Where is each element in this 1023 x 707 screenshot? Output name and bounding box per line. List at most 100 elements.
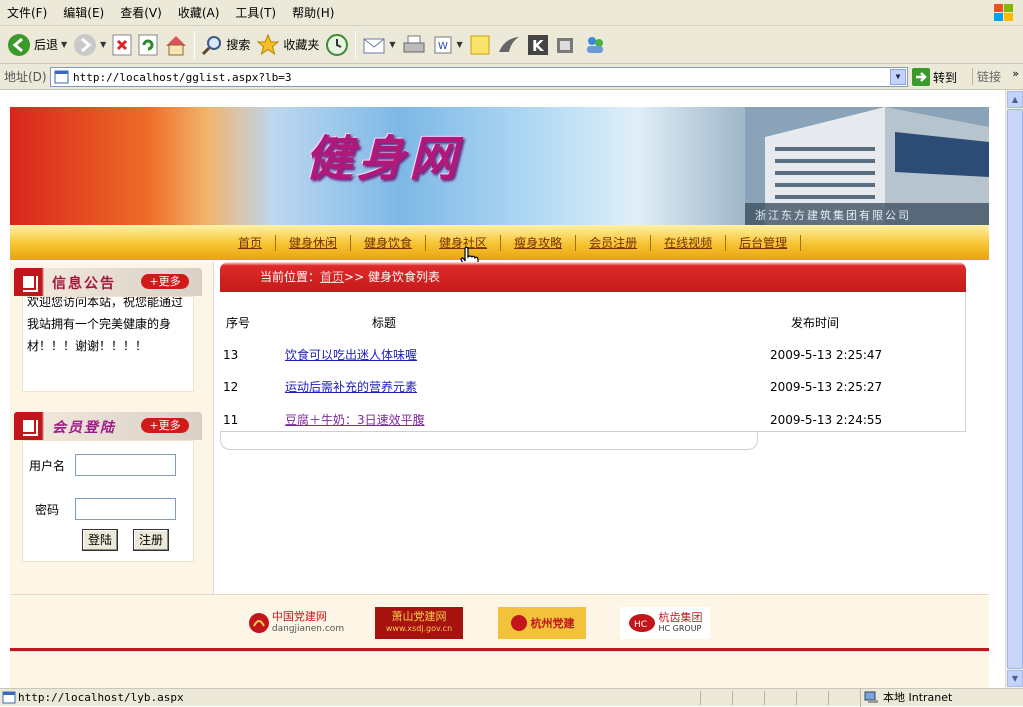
nav-admin[interactable]: 后台管理: [726, 234, 802, 251]
chevron-down-icon[interactable]: ▼: [100, 40, 106, 49]
stop-button[interactable]: [109, 30, 135, 60]
password-input[interactable]: [75, 498, 176, 520]
go-button[interactable]: 转到: [912, 68, 957, 86]
notice-header: 信息公告 +更多: [14, 268, 202, 296]
status-cells: [700, 691, 860, 705]
row-title-link[interactable]: 饮食可以吃出迷人体味喔: [285, 346, 417, 363]
page-icon: [54, 70, 69, 84]
register-button[interactable]: 注册: [133, 529, 169, 551]
mail-button[interactable]: ▼: [359, 30, 398, 60]
vertical-scrollbar[interactable]: ▲ ▼: [1005, 90, 1023, 688]
row-title-link[interactable]: 运动后需补充的营养元素: [285, 378, 417, 395]
row-time: 2009-5-13 2:24:55: [770, 413, 883, 427]
windows-logo-icon: [994, 4, 1013, 21]
notice-text: 欢迎您访问本站，祝您能通过我站拥有一个完美健康的身材！！！谢谢！！！！: [27, 296, 184, 353]
chevron-down-icon[interactable]: ▼: [389, 40, 395, 49]
star-icon: [256, 33, 280, 55]
login-more-button[interactable]: +更多: [141, 418, 189, 433]
nav-slimming[interactable]: 瘦身攻略: [501, 234, 577, 251]
username-label: 用户名: [29, 459, 66, 473]
menu-bar: 文件(F) 编辑(E) 查看(V) 收藏(A) 工具(T) 帮助(H): [0, 0, 1023, 26]
nav-leisure[interactable]: 健身休闲: [276, 234, 352, 251]
login-more-label: 更多: [158, 419, 181, 432]
menu-view[interactable]: 查看(V): [113, 4, 171, 21]
favorites-button[interactable]: 收藏夹: [253, 30, 322, 60]
media-button[interactable]: [552, 30, 580, 60]
footer-link-sub: dangjianen.com: [271, 624, 345, 634]
footer-link-hcgroup[interactable]: HC 杭齿集团 HC GROUP: [620, 607, 710, 639]
menu-file[interactable]: 文件(F): [0, 4, 56, 21]
print-button[interactable]: [399, 30, 429, 60]
menu-favorites[interactable]: 收藏(A): [171, 4, 229, 21]
toolbar-separator: [194, 30, 196, 59]
party-emblem-icon: [248, 613, 269, 633]
login-button[interactable]: 登陆: [82, 529, 118, 551]
back-button[interactable]: 后退 ▼: [4, 30, 70, 60]
nav-register[interactable]: 会员注册: [576, 234, 652, 251]
table-footer: [220, 432, 758, 450]
breadcrumb: 当前位置：首页>> 健身饮食列表: [220, 262, 966, 292]
row-time: 2009-5-13 2:25:47: [770, 348, 883, 362]
notice-more-label: 更多: [158, 275, 181, 288]
menu-help[interactable]: 帮助(H): [285, 4, 343, 21]
footer-link-xiaoshan[interactable]: 萧山党建网 www.xsdj.gov.cn: [375, 607, 463, 639]
breadcrumb-current: >> 健身饮食列表: [344, 270, 440, 284]
row-title-link[interactable]: 豆腐＋牛奶：3日速效平腹: [285, 411, 425, 428]
menu-edit[interactable]: 编辑(E): [56, 4, 113, 21]
back-arrow-icon: [8, 33, 30, 56]
row-id: 11: [223, 413, 239, 427]
breadcrumb-home-link[interactable]: 首页: [320, 270, 344, 284]
scroll-down-icon[interactable]: ▼: [1007, 670, 1023, 687]
address-label: 地址(D): [4, 70, 47, 84]
intranet-icon: [864, 691, 878, 703]
status-zone-label: 本地 Intranet: [883, 691, 953, 704]
history-button[interactable]: [322, 30, 352, 60]
svg-text:HC: HC: [634, 620, 647, 630]
footer-link-hangzhou[interactable]: 杭州党建: [498, 607, 586, 639]
article-table: 序号 标题 发布时间 13 饮食可以吃出迷人体味喔 2009-5-13 2:25…: [220, 292, 966, 432]
note-button[interactable]: [466, 30, 494, 60]
nav-home[interactable]: 首页: [225, 234, 277, 251]
refresh-button[interactable]: [135, 30, 161, 60]
search-button[interactable]: 搜索: [198, 30, 253, 60]
nav-video[interactable]: 在线视频: [651, 234, 727, 251]
home-button[interactable]: [161, 30, 191, 60]
edit-button[interactable]: W ▼: [429, 30, 466, 60]
chevron-down-icon[interactable]: ▼: [890, 69, 906, 85]
notice-more-button[interactable]: +更多: [141, 274, 189, 289]
footer-link-sub: www.xsdj.gov.cn: [385, 624, 453, 633]
nav-diet[interactable]: 健身饮食: [351, 234, 427, 251]
scroll-thumb[interactable]: [1007, 109, 1023, 669]
messenger-button[interactable]: [494, 30, 524, 60]
page-viewport: 健身网 浙江东方建筑集团有限公司 首页 健身休闲 健身饮食 健身社区 瘦身攻略 …: [0, 90, 1005, 688]
document-icon: [21, 418, 36, 434]
hc-group-logo-icon: HC: [628, 614, 655, 632]
mail-icon: [363, 38, 385, 53]
users-button[interactable]: [580, 30, 610, 60]
menu-tools[interactable]: 工具(T): [228, 4, 285, 21]
word-icon: W: [434, 36, 452, 53]
forward-button[interactable]: ▼: [70, 30, 109, 60]
toolbar-separator: [355, 30, 357, 59]
notice-title: 信息公告: [52, 276, 116, 292]
scroll-up-icon[interactable]: ▲: [1007, 91, 1023, 108]
users-icon: [586, 36, 603, 53]
footer-links: 中国党建网 dangjianen.com 萧山党建网 www.xsdj.gov.…: [10, 594, 989, 648]
footer-divider: [10, 648, 989, 651]
document-icon: [21, 274, 36, 290]
address-input[interactable]: http://localhost/gglist.aspx?lb=3 ▼: [50, 67, 908, 87]
media-icon: [556, 37, 573, 53]
username-input[interactable]: [75, 454, 176, 476]
chevron-right-icon[interactable]: »: [1012, 67, 1019, 80]
note-icon: [470, 35, 490, 54]
header-time: 发布时间: [791, 316, 840, 330]
chevron-down-icon[interactable]: ▼: [61, 40, 67, 49]
stop-icon: [112, 34, 132, 55]
chevron-down-icon[interactable]: ▼: [457, 40, 463, 49]
row-id: 12: [223, 380, 239, 394]
notice-scroller: 欢迎您访问本站，祝您能通过我站拥有一个完美健康的身材！！！谢谢！！！！: [22, 296, 194, 392]
k-button[interactable]: K: [524, 30, 552, 60]
history-icon: [326, 33, 349, 56]
footer-link-dangjian[interactable]: 中国党建网 dangjianen.com: [246, 607, 346, 639]
links-button[interactable]: 链接: [972, 68, 1001, 85]
